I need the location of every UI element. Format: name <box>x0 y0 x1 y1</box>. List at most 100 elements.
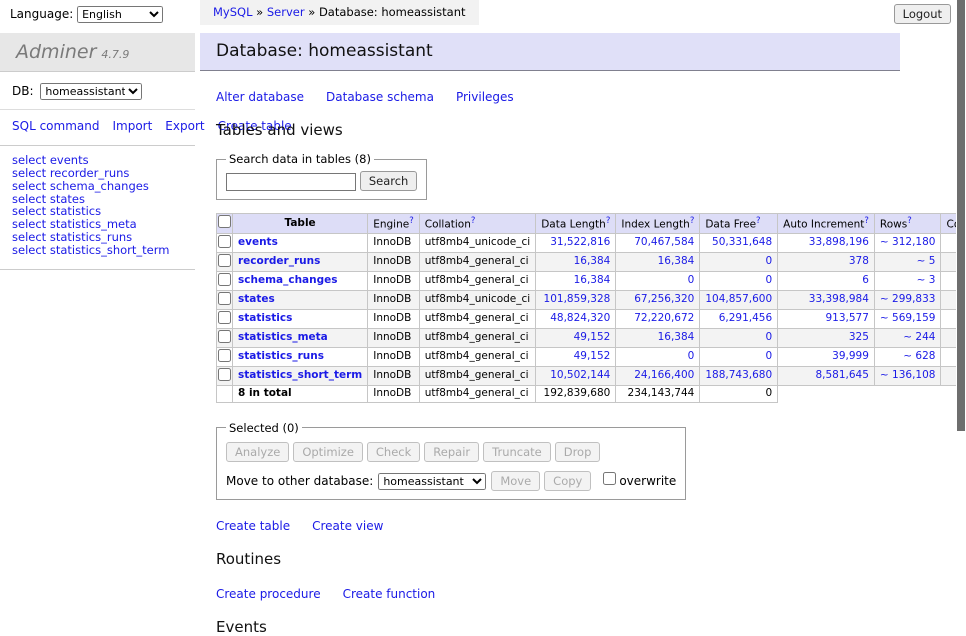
data-free-link[interactable]: 0 <box>765 350 772 362</box>
sidebar-action-link[interactable]: Import <box>112 119 152 133</box>
sidebar-table-select-link[interactable]: select statistics_short_term <box>12 243 169 257</box>
index-length-link[interactable]: 0 <box>688 350 695 362</box>
table-name-link[interactable]: statistics <box>238 312 292 324</box>
logout-button[interactable]: Logout <box>894 4 951 24</box>
column-help-link[interactable]: ? <box>409 216 414 226</box>
auto-increment-link[interactable]: 39,999 <box>832 350 869 362</box>
move-db-select[interactable]: homeassistant <box>378 473 486 490</box>
search-button[interactable]: Search <box>360 171 418 191</box>
sidebar-table-select-link[interactable]: select states <box>12 192 85 206</box>
create-link[interactable]: Create view <box>312 519 383 533</box>
index-length-link[interactable]: 70,467,584 <box>634 236 694 248</box>
column-help-link[interactable]: ? <box>907 216 912 226</box>
routine-create-link[interactable]: Create function <box>343 587 436 601</box>
data-length-link[interactable]: 16,384 <box>574 255 611 267</box>
sidebar-table-select-link[interactable]: select recorder_runs <box>12 166 129 180</box>
truncate-button[interactable]: Truncate <box>483 442 551 462</box>
index-length-link[interactable]: 24,166,400 <box>634 369 694 381</box>
language-select[interactable]: English <box>77 6 163 23</box>
column-help-link[interactable]: ? <box>690 216 695 226</box>
row-checkbox[interactable] <box>218 330 231 343</box>
sidebar-table-select-link[interactable]: select statistics_meta <box>12 217 137 231</box>
analyze-button[interactable]: Analyze <box>226 442 289 462</box>
table-name-link[interactable]: schema_changes <box>238 274 338 286</box>
auto-increment-link[interactable]: 6 <box>862 274 869 286</box>
data-length-link[interactable]: 49,152 <box>574 350 611 362</box>
rows-link[interactable]: ~ 628 <box>903 350 935 362</box>
repair-button[interactable]: Repair <box>424 442 479 462</box>
data-free-link[interactable]: 188,743,680 <box>705 369 772 381</box>
database-action-link[interactable]: Database schema <box>326 90 434 104</box>
sidebar-table-select-link[interactable]: select statistics <box>12 204 101 218</box>
drop-button[interactable]: Drop <box>555 442 601 462</box>
rows-link[interactable]: ~ 312,180 <box>880 236 936 248</box>
column-help-link[interactable]: ? <box>606 216 611 226</box>
optimize-button[interactable]: Optimize <box>293 442 363 462</box>
data-free-link[interactable]: 0 <box>765 331 772 343</box>
rows-link[interactable]: ~ 244 <box>903 331 935 343</box>
breadcrumb-link[interactable]: Server <box>267 5 305 19</box>
data-length-link[interactable]: 48,824,320 <box>550 312 610 324</box>
index-length-link[interactable]: 16,384 <box>658 255 695 267</box>
column-help-link[interactable]: ? <box>471 216 476 226</box>
rows-link[interactable]: ~ 569,159 <box>880 312 936 324</box>
column-help-link[interactable]: ? <box>864 216 869 226</box>
row-checkbox[interactable] <box>218 292 231 305</box>
database-action-link[interactable]: Privileges <box>456 90 514 104</box>
index-length-link[interactable]: 72,220,672 <box>634 312 694 324</box>
data-free-link[interactable]: 0 <box>765 274 772 286</box>
move-button[interactable]: Move <box>491 471 540 491</box>
sidebar-table-select-link[interactable]: select events <box>12 153 89 167</box>
column-help-link[interactable]: ? <box>756 216 761 226</box>
auto-increment-link[interactable]: 378 <box>849 255 869 267</box>
database-action-link[interactable]: Alter database <box>216 90 304 104</box>
table-name-link[interactable]: states <box>238 293 275 305</box>
data-free-link[interactable]: 104,857,600 <box>705 293 772 305</box>
rows-link[interactable]: ~ 5 <box>917 255 936 267</box>
data-free-link[interactable]: 0 <box>765 255 772 267</box>
search-input[interactable] <box>226 173 356 191</box>
rows-link[interactable]: ~ 299,833 <box>880 293 936 305</box>
auto-increment-link[interactable]: 325 <box>849 331 869 343</box>
sidebar-action-link[interactable]: SQL command <box>12 119 99 133</box>
data-length-link[interactable]: 16,384 <box>574 274 611 286</box>
data-length-link[interactable]: 10,502,144 <box>550 369 610 381</box>
data-length-link[interactable]: 31,522,816 <box>550 236 610 248</box>
copy-button[interactable]: Copy <box>544 471 591 491</box>
rows-link[interactable]: ~ 3 <box>917 274 936 286</box>
breadcrumb-link[interactable]: MySQL <box>213 5 253 19</box>
sidebar-table-select-link[interactable]: select statistics_runs <box>12 230 132 244</box>
auto-increment-link[interactable]: 913,577 <box>826 312 869 324</box>
auto-increment-link[interactable]: 33,398,984 <box>809 293 869 305</box>
table-name-link[interactable]: statistics_runs <box>238 350 324 362</box>
table-name-link[interactable]: statistics_short_term <box>238 369 362 381</box>
index-length-link[interactable]: 0 <box>688 274 695 286</box>
index-length-link[interactable]: 16,384 <box>658 331 695 343</box>
data-free-link[interactable]: 6,291,456 <box>719 312 772 324</box>
table-name-link[interactable]: events <box>238 236 278 248</box>
auto-increment-link[interactable]: 33,898,196 <box>809 236 869 248</box>
scrollbar-thumb[interactable] <box>957 0 965 431</box>
select-all-checkbox[interactable] <box>218 215 231 228</box>
row-checkbox[interactable] <box>218 273 231 286</box>
check-button[interactable]: Check <box>367 442 420 462</box>
data-free-link[interactable]: 50,331,648 <box>712 236 772 248</box>
row-checkbox[interactable] <box>218 311 231 324</box>
row-checkbox[interactable] <box>218 254 231 267</box>
sidebar-action-link[interactable]: Export <box>165 119 204 133</box>
data-length-link[interactable]: 49,152 <box>574 331 611 343</box>
row-checkbox[interactable] <box>218 368 231 381</box>
row-checkbox[interactable] <box>218 235 231 248</box>
sidebar-table-select-link[interactable]: select schema_changes <box>12 179 149 193</box>
data-length-link[interactable]: 101,859,328 <box>544 293 611 305</box>
index-length-link[interactable]: 67,256,320 <box>634 293 694 305</box>
row-checkbox[interactable] <box>218 349 231 362</box>
routine-create-link[interactable]: Create procedure <box>216 587 321 601</box>
vertical-scrollbar[interactable] <box>956 0 966 543</box>
rows-link[interactable]: ~ 136,108 <box>880 369 936 381</box>
overwrite-checkbox[interactable] <box>603 472 616 485</box>
auto-increment-link[interactable]: 8,581,645 <box>815 369 868 381</box>
table-name-link[interactable]: recorder_runs <box>238 255 320 267</box>
create-link[interactable]: Create table <box>216 519 290 533</box>
table-name-link[interactable]: statistics_meta <box>238 331 328 343</box>
